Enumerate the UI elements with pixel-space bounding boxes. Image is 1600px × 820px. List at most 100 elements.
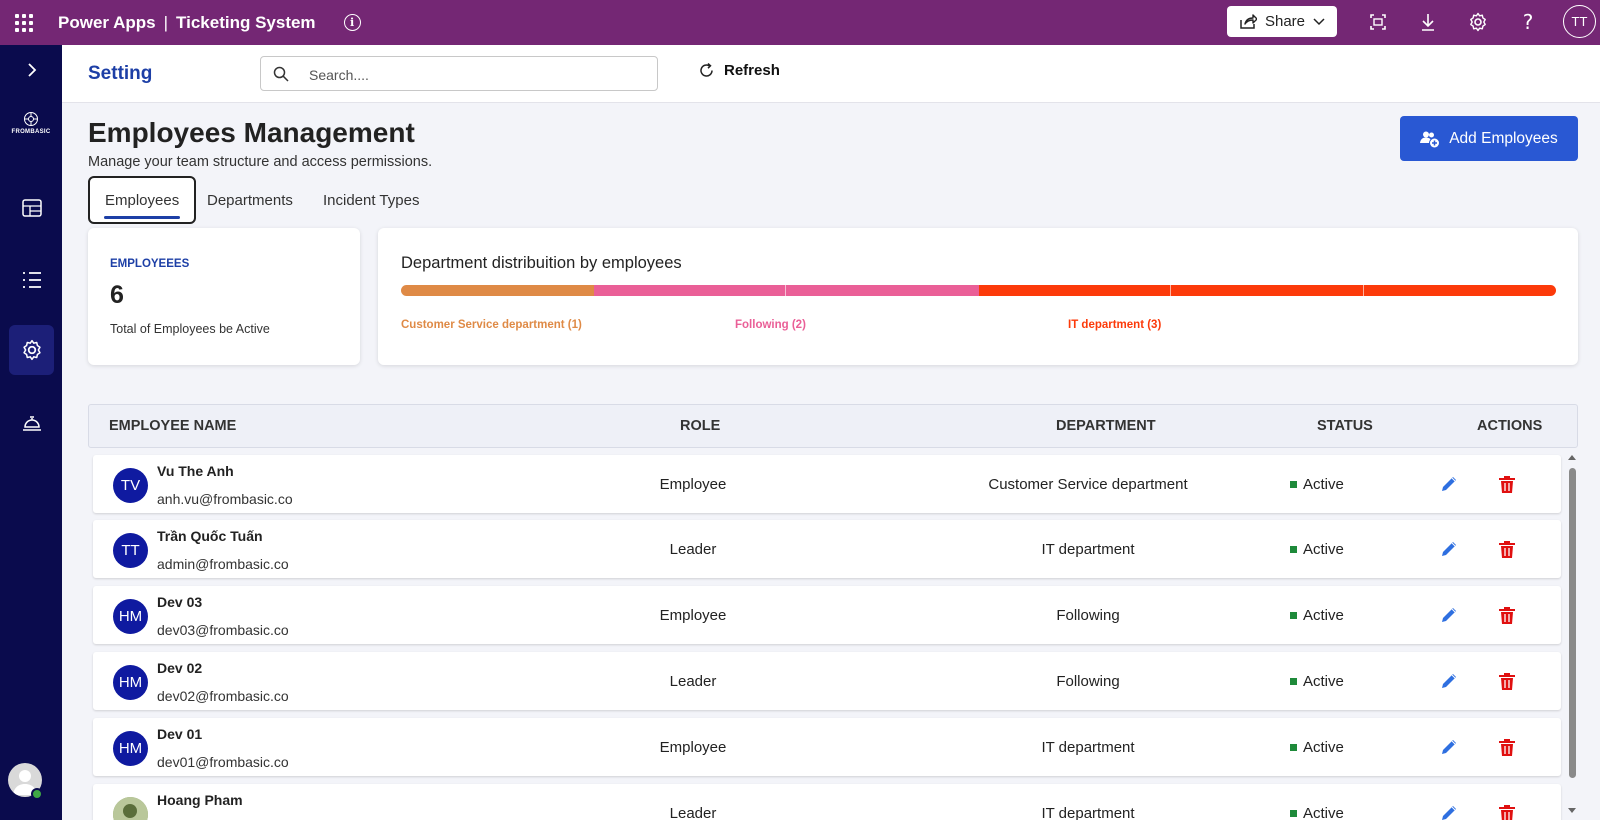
chevron-down-icon	[1313, 17, 1325, 25]
scroll-up-arrow-icon[interactable]	[1566, 452, 1578, 462]
table-row[interactable]: HM Dev 01 dev01@frombasic.co Employee IT…	[93, 718, 1561, 776]
delete-trash-icon[interactable]	[1496, 473, 1518, 495]
table-scrollbar[interactable]	[1566, 452, 1578, 820]
presence-status-icon	[31, 788, 43, 800]
edit-pencil-icon[interactable]	[1438, 736, 1460, 758]
tab-incident-types[interactable]: Incident Types	[323, 176, 419, 224]
distribution-segment	[593, 285, 786, 296]
employee-name: Dev 02	[157, 660, 203, 676]
distribution-segment	[401, 285, 594, 296]
status-badge: Active	[1290, 673, 1344, 690]
employee-role: Employee	[659, 607, 727, 624]
table-row[interactable]: HM Dev 02 dev02@frombasic.co Leader Foll…	[93, 652, 1561, 710]
info-icon[interactable]: i	[343, 14, 361, 31]
app-title: Power Apps | Ticketing System	[58, 13, 316, 33]
refresh-label: Refresh	[724, 62, 780, 79]
edit-pencil-icon[interactable]	[1438, 670, 1460, 692]
photo-avatar-icon	[113, 797, 148, 820]
frombasic-logo: FROMBASIC	[8, 111, 54, 135]
status-badge: Active	[1290, 805, 1344, 820]
employee-name: Vu The Anh	[157, 463, 234, 479]
chevron-right-icon	[27, 63, 36, 77]
department-distribution-card: Department distribuition by employees Cu…	[378, 228, 1578, 365]
col-header-name: EMPLOYEE NAME	[109, 418, 237, 434]
search-input[interactable]	[309, 65, 639, 85]
scroll-down-arrow-icon[interactable]	[1566, 806, 1578, 816]
nav-item-settings[interactable]	[9, 325, 54, 375]
employee-avatar: HM	[113, 599, 148, 634]
edit-pencil-icon[interactable]	[1438, 802, 1460, 820]
add-employees-button[interactable]: Add Employees	[1400, 116, 1578, 161]
legend-customer-service: Customer Service department (1)	[401, 319, 582, 331]
delete-trash-icon[interactable]	[1496, 802, 1518, 820]
table-row[interactable]: TT Trần Quốc Tuấn admin@frombasic.co Lea…	[93, 520, 1561, 578]
logo-icon	[24, 112, 38, 126]
employee-name: Dev 01	[157, 726, 203, 742]
tab-employees[interactable]: Employees	[88, 176, 197, 224]
service-bell-icon	[22, 416, 41, 431]
app-launcher-button[interactable]	[0, 0, 48, 45]
col-header-actions: ACTIONS	[1477, 418, 1543, 434]
col-header-department: DEPARTMENT	[1056, 418, 1156, 434]
legend-following: Following (2)	[735, 319, 806, 331]
status-text: Active	[1303, 476, 1344, 493]
employee-avatar: TV	[113, 468, 148, 503]
refresh-icon	[700, 62, 713, 77]
employee-role: Employee	[659, 476, 727, 493]
share-button[interactable]: Share	[1227, 6, 1337, 37]
status-dot-icon	[1290, 744, 1297, 751]
employee-role: Employee	[659, 739, 727, 756]
refresh-button[interactable]: Refresh	[698, 62, 780, 79]
distribution-segment	[786, 285, 979, 296]
dashboard-icon	[21, 199, 42, 217]
status-dot-icon	[1290, 612, 1297, 619]
settings-gear-icon[interactable]	[1466, 10, 1490, 34]
delete-trash-icon[interactable]	[1496, 604, 1518, 626]
status-badge: Active	[1290, 739, 1344, 756]
status-dot-icon	[1290, 546, 1297, 553]
employee-count-value: 6	[110, 281, 124, 309]
search-box[interactable]	[260, 56, 658, 91]
distribution-segment	[1171, 285, 1364, 296]
status-badge: Active	[1290, 541, 1344, 558]
status-dot-icon	[1290, 810, 1297, 817]
add-user-icon	[1420, 131, 1440, 147]
user-avatar-top[interactable]: TT	[1563, 5, 1596, 38]
edit-pencil-icon[interactable]	[1438, 604, 1460, 626]
table-row[interactable]: Hoang Pham Leader IT department Active	[93, 784, 1561, 820]
employee-count-label: EMPLOYEEES	[110, 258, 190, 270]
employee-avatar: TT	[113, 533, 148, 568]
app-title-text: Ticketing System	[176, 12, 316, 32]
title-separator: |	[163, 12, 169, 32]
delete-trash-icon[interactable]	[1496, 736, 1518, 758]
table-row[interactable]: TV Vu The Anh anh.vu@frombasic.co Employ…	[93, 455, 1561, 513]
settings-icon	[22, 339, 41, 361]
tab-departments[interactable]: Departments	[207, 176, 293, 224]
share-label: Share	[1264, 13, 1306, 30]
page-header: Setting Refresh	[62, 45, 1600, 103]
employee-department: IT department	[1041, 805, 1135, 820]
app-name: Power Apps	[58, 12, 156, 32]
delete-trash-icon[interactable]	[1496, 670, 1518, 692]
download-icon[interactable]	[1416, 10, 1440, 34]
nav-item-service[interactable]	[9, 398, 54, 448]
nav-item-list[interactable]	[9, 255, 54, 305]
status-badge: Active	[1290, 607, 1344, 624]
employee-role: Leader	[669, 805, 717, 820]
table-row[interactable]: HM Dev 03 dev03@frombasic.co Employee Fo…	[93, 586, 1561, 644]
nav-item-dashboard[interactable]	[9, 183, 54, 233]
left-navigation: FROMBASIC	[0, 45, 62, 820]
col-header-status: STATUS	[1317, 418, 1373, 434]
employee-department: Following	[1056, 673, 1120, 690]
table-header: EMPLOYEE NAME ROLE DEPARTMENT STATUS ACT…	[88, 404, 1578, 448]
fit-screen-icon[interactable]	[1366, 10, 1390, 34]
distribution-segment	[978, 285, 1171, 296]
employee-name: Hoang Pham	[157, 792, 243, 808]
delete-trash-icon[interactable]	[1496, 538, 1518, 560]
edit-pencil-icon[interactable]	[1438, 538, 1460, 560]
scrollbar-thumb[interactable]	[1569, 468, 1576, 778]
expand-nav-button[interactable]	[9, 45, 54, 95]
help-icon[interactable]: ?	[1516, 10, 1540, 34]
employee-email: anh.vu@frombasic.co	[157, 491, 293, 507]
edit-pencil-icon[interactable]	[1438, 473, 1460, 495]
